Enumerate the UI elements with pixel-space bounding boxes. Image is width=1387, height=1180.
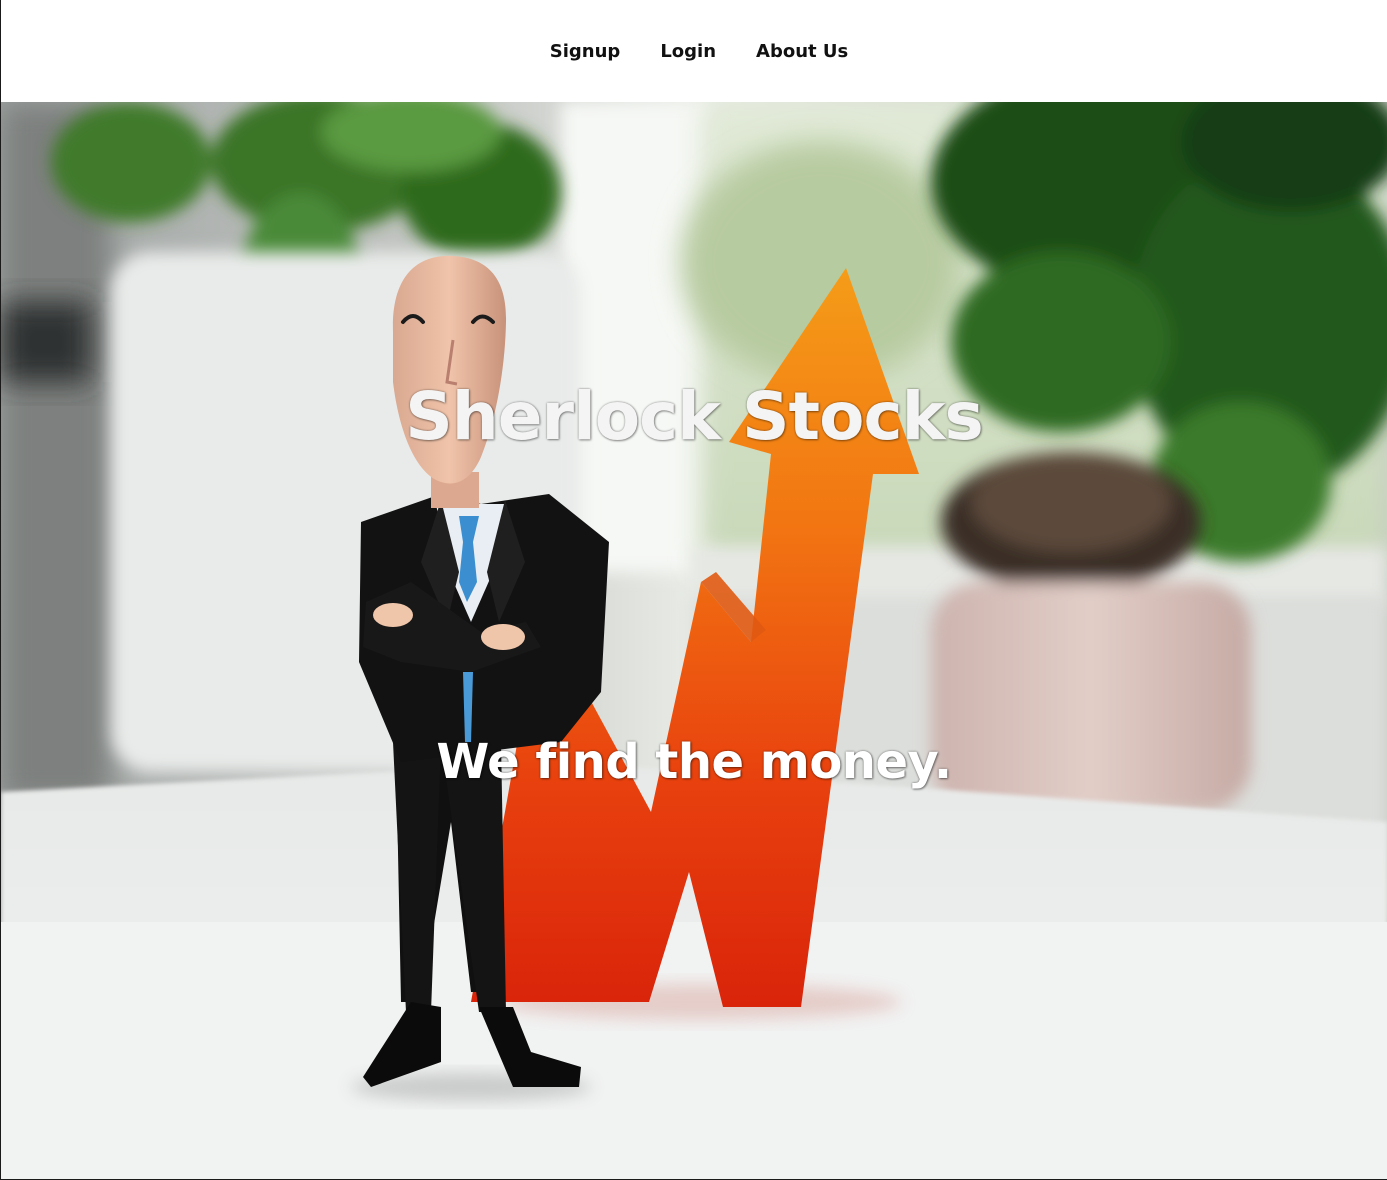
nav-link-signup[interactable]: Signup [550,40,621,64]
nav-link-login[interactable]: Login [660,40,716,64]
nav-links: Signup Login About Us [1,40,1387,64]
hero-background-image [1,102,1387,1179]
page: Signup Login About Us Sherlock Stocks We… [0,0,1387,1180]
nav-link-about-us[interactable]: About Us [756,40,848,64]
hero-title: Sherlock Stocks [405,378,984,455]
hero-subtitle: We find the money. [436,734,952,790]
hero-section: Sherlock Stocks We find the money. [1,102,1387,1179]
top-navbar: Signup Login About Us [1,0,1387,102]
